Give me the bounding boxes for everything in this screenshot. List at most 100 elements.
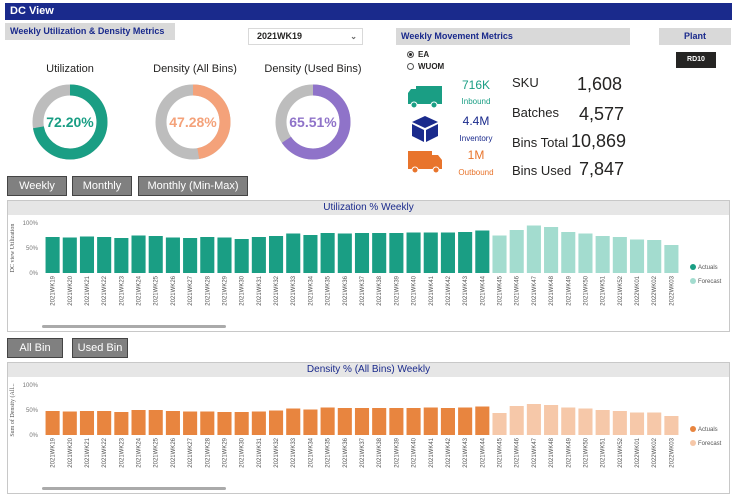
x-tick-label: 2021WK37: [360, 275, 366, 305]
x-tick-label: 2021WK38: [377, 275, 383, 305]
bar-actual: [303, 235, 318, 273]
uom-radio-ea[interactable]: EA: [407, 50, 429, 59]
bar-actual: [440, 232, 455, 273]
x-tick-label: 2021WK39: [394, 275, 400, 305]
all-bin-button[interactable]: All Bin: [7, 338, 63, 358]
x-tick-label: 2021WK49: [566, 275, 572, 305]
kpi-label-bins-total: Bins Total: [512, 135, 569, 150]
bar-forecast: [595, 236, 610, 273]
x-tick-label: 2021WK30: [240, 275, 246, 305]
y-tick-label: 0%: [29, 271, 38, 277]
bar-actual: [62, 237, 77, 273]
bar-actual: [200, 411, 215, 435]
utilization-chart: Utilization % Weekly DC view Utilization…: [7, 200, 730, 332]
x-tick-label: 2021WK34: [308, 437, 314, 467]
bar-forecast: [561, 407, 576, 435]
bar-forecast: [629, 412, 645, 435]
utilization-chart-scrollbar[interactable]: [42, 325, 226, 328]
bar-actual: [440, 408, 455, 435]
kpi-value-batches: 4,577: [578, 104, 624, 124]
bar-actual: [372, 408, 387, 435]
bar-forecast: [492, 235, 507, 273]
x-tick-label: 2021WK22: [102, 437, 108, 467]
x-tick-label: 2021WK27: [188, 437, 194, 467]
bar-forecast: [492, 413, 507, 435]
x-tick-label: 2022WK02: [652, 275, 658, 305]
outbound-label: Outbound: [458, 168, 494, 177]
bar-forecast: [509, 230, 524, 273]
bar-actual: [97, 411, 112, 435]
bar-actual: [406, 408, 421, 435]
plant-button[interactable]: Plant: [659, 28, 731, 45]
bar-actual: [389, 233, 404, 273]
week-dropdown[interactable]: 2021WK19 ⌄: [248, 28, 363, 45]
bar-actual: [183, 411, 198, 435]
plant-value[interactable]: RD10: [676, 52, 716, 68]
legend-swatch: [690, 440, 696, 446]
bar-actual: [234, 239, 249, 273]
bar-forecast: [612, 237, 627, 273]
inbound-truck-icon: [408, 86, 442, 109]
x-tick-label: 2021WK22: [102, 275, 108, 305]
utilization-chart-title: Utilization % Weekly: [8, 201, 729, 215]
bar-forecast: [664, 416, 679, 435]
bar-actual: [131, 410, 146, 435]
bar-forecast: [544, 227, 559, 273]
x-tick-label: 2021WK49: [566, 437, 572, 467]
x-tick-label: 2022WK03: [669, 275, 675, 305]
inbound-value: 716K: [461, 78, 491, 92]
x-tick-label: 2021WK20: [68, 437, 74, 467]
weekly-metrics-header: Weekly Utilization & Density Metrics: [5, 23, 175, 40]
x-tick-label: 2021WK28: [205, 275, 211, 305]
weekly-button[interactable]: Weekly: [7, 176, 67, 196]
x-tick-label: 2021WK23: [119, 437, 125, 467]
gauge-title-density-used: Density (Used Bins): [264, 63, 362, 75]
used-bin-button[interactable]: Used Bin: [72, 338, 128, 358]
x-tick-label: 2021WK40: [412, 275, 418, 305]
density-chart-plot: Sum of Density (All... 100% 50% 0% 2021WK19 2…: [9, 383, 722, 468]
bar-actual: [320, 233, 335, 273]
kpi-value-bins-used: 7,847: [578, 159, 624, 179]
outbound-truck-icon: [408, 151, 442, 174]
radio-selected-icon: [407, 51, 414, 58]
bar-actual: [251, 411, 266, 435]
x-tick-label: 2021WK45: [498, 275, 504, 305]
x-tick-label: 2021WK33: [291, 437, 297, 467]
x-tick-label: 2021WK41: [429, 275, 435, 305]
legend-label: Actuals: [698, 265, 718, 271]
movement-metrics-header: Weekly Movement Metrics: [396, 28, 630, 45]
uom-radio-wuom[interactable]: WUOM: [407, 62, 444, 71]
x-tick-label: 2021WK30: [240, 437, 246, 467]
x-tick-label: 2021WK31: [257, 275, 263, 305]
monthly-button[interactable]: Monthly: [72, 176, 132, 196]
bar-actual: [286, 408, 301, 435]
bar-actual: [354, 408, 370, 435]
density-used-value: 65.51%: [289, 114, 337, 130]
kpi-label-sku: SKU: [512, 75, 539, 90]
bar-actual: [114, 412, 129, 435]
x-tick-label: 2021WK41: [429, 437, 435, 467]
bar-actual: [475, 230, 490, 273]
bar-actual: [337, 233, 352, 273]
inbound-label: Inbound: [461, 97, 491, 106]
page-title: DC View: [5, 3, 732, 20]
x-tick-label: 2022WK03: [669, 437, 675, 467]
x-tick-label: 2021WK19: [51, 437, 57, 467]
density-chart-scrollbar[interactable]: [42, 487, 226, 490]
legend-label: Actuals: [698, 427, 718, 433]
bar-forecast: [647, 412, 662, 435]
gauge-title-utilization: Utilization: [46, 63, 94, 75]
x-tick-label: 2021WK51: [601, 437, 607, 467]
y-tick-label: 0%: [29, 433, 38, 439]
x-tick-label: 2021WK44: [480, 437, 486, 467]
density-all-value: 47.28%: [169, 114, 217, 130]
x-tick-label: 2021WK47: [532, 275, 538, 305]
x-tick-label: 2021WK39: [394, 437, 400, 467]
kpi-label-bins-used: Bins Used: [512, 163, 572, 178]
x-tick-label: 2021WK26: [171, 437, 177, 467]
legend-label: Forecast: [698, 279, 722, 285]
bar-forecast: [578, 408, 593, 435]
monthly-min-max-button[interactable]: Monthly (Min-Max): [138, 176, 248, 196]
x-tick-label: 2021WK29: [222, 275, 228, 305]
x-tick-label: 2021WK27: [188, 275, 194, 305]
